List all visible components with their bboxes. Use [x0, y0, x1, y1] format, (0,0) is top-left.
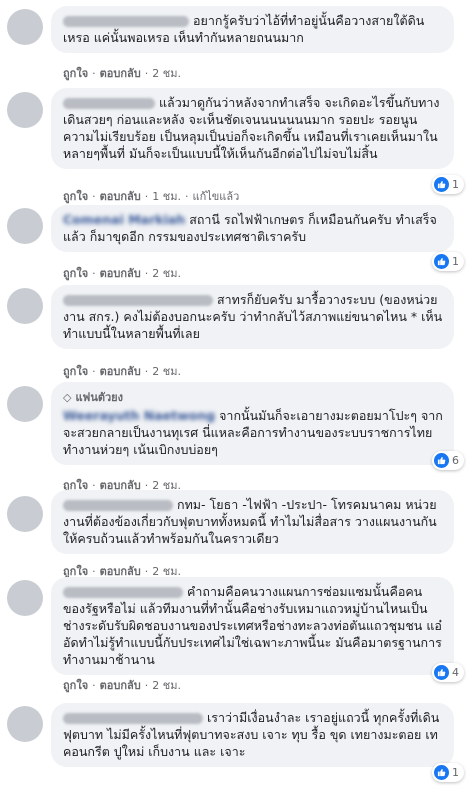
- thumbs-up-icon: [434, 665, 449, 680]
- reaction-count[interactable]: 4: [432, 663, 464, 682]
- like-button[interactable]: ถูกใจ: [63, 67, 88, 80]
- comment-time[interactable]: 2 ชม.: [152, 679, 181, 692]
- comment-bubble: อยากรู้ครับว่าไอ้ที่ทำอยู่นั้นคือวางสายใ…: [51, 6, 454, 53]
- comment-bubble: สาทรก็ยับครับ มารื้อวางระบบ (ของหน่วยงาน…: [51, 285, 454, 349]
- comment-actions: ถูกใจ · ตอบกลับ · 2 ชม.: [63, 365, 181, 378]
- comment-text: กทม- โยธา -ไฟฟ้า -ประปา- โทรคมนาคม หน่วย…: [63, 497, 437, 546]
- comment-bubble: Comenai Markiah สถานี รถไฟฟ้าเกษตร ก็เหม…: [51, 205, 454, 252]
- avatar[interactable]: [7, 92, 43, 128]
- comment-bubble: คำถามคือคนวางแผนการซ่อมแซมนั้นคือคนของรั…: [51, 577, 454, 675]
- like-button[interactable]: ถูกใจ: [63, 267, 88, 280]
- comment-text: Weerayuth Naetwong จากนั้นมันก็จะเอายางม…: [63, 408, 443, 457]
- like-button[interactable]: ถูกใจ: [63, 365, 88, 378]
- comment-text: สาทรก็ยับครับ มารื้อวางระบบ (ของหน่วยงาน…: [63, 292, 443, 341]
- avatar[interactable]: [7, 580, 43, 616]
- thumbs-up-icon: [434, 177, 449, 192]
- avatar[interactable]: [7, 208, 43, 244]
- comment-time[interactable]: 2 ชม.: [152, 267, 181, 280]
- diamond-icon: ◇: [63, 391, 72, 404]
- author-name[interactable]: [63, 500, 173, 511]
- avatar[interactable]: [7, 288, 43, 324]
- reaction-count[interactable]: 1: [432, 252, 464, 271]
- comment-text: เราว่ามีเงื่อนงำละ เราอยู่แถวนี้ ทุกครั้…: [63, 710, 440, 759]
- top-fan-badge: ◇ แฟนตัวยง: [63, 391, 124, 404]
- comment-text: อยากรู้ครับว่าไอ้ที่ทำอยู่นั้นคือวางสายใ…: [63, 13, 425, 45]
- reply-button[interactable]: ตอบกลับ: [100, 679, 141, 692]
- avatar[interactable]: [7, 9, 43, 45]
- avatar[interactable]: [7, 706, 43, 742]
- comment-bubble: ◇ แฟนตัวยง Weerayuth Naetwong จากนั้นมันก…: [51, 382, 454, 465]
- comment-actions: ถูกใจ · ตอบกลับ · 2 ชม.: [63, 267, 181, 280]
- reply-button[interactable]: ตอบกลับ: [100, 67, 141, 80]
- comment-time[interactable]: 1 ชม.: [152, 190, 181, 203]
- comment-text: แล้วมาดูกันว่าหลังจากทำเสร็จ จะเกิดอะไรข…: [63, 95, 440, 161]
- author-name[interactable]: [63, 713, 203, 724]
- like-button[interactable]: ถูกใจ: [63, 190, 88, 203]
- comment-bubble: เราว่ามีเงื่อนงำละ เราอยู่แถวนี้ ทุกครั้…: [51, 703, 454, 767]
- author-name[interactable]: [63, 587, 183, 598]
- comment-text: คำถามคือคนวางแผนการซ่อมแซมนั้นคือคนของรั…: [63, 584, 442, 667]
- comment-actions: ถูกใจ · ตอบกลับ · 1 ชม. · แก้ไขแล้ว: [63, 190, 240, 203]
- author-name[interactable]: Comenai Markiah: [63, 212, 185, 227]
- like-button[interactable]: ถูกใจ: [63, 679, 88, 692]
- author-name[interactable]: [63, 16, 189, 27]
- thumbs-up-icon: [434, 453, 449, 468]
- avatar[interactable]: [7, 386, 43, 422]
- reaction-count[interactable]: 1: [432, 763, 464, 782]
- comment-actions: ถูกใจ · ตอบกลับ · 2 ชม.: [63, 679, 181, 692]
- edited-label[interactable]: แก้ไขแล้ว: [192, 190, 239, 203]
- comment-bubble: กทม- โยธา -ไฟฟ้า -ประปา- โทรคมนาคม หน่วย…: [51, 490, 454, 554]
- comment-text: Comenai Markiah สถานี รถไฟฟ้าเกษตร ก็เหม…: [63, 212, 437, 244]
- reaction-count[interactable]: 1: [432, 175, 464, 194]
- comment-time[interactable]: 2 ชม.: [152, 365, 181, 378]
- author-name[interactable]: [63, 98, 155, 109]
- reply-button[interactable]: ตอบกลับ: [100, 190, 141, 203]
- avatar[interactable]: [7, 496, 43, 532]
- comment-time[interactable]: 2 ชม.: [152, 67, 181, 80]
- comment-actions: ถูกใจ · ตอบกลับ · 2 ชม.: [63, 67, 181, 80]
- reply-button[interactable]: ตอบกลับ: [100, 365, 141, 378]
- reply-button[interactable]: ตอบกลับ: [100, 267, 141, 280]
- author-name[interactable]: [63, 295, 213, 306]
- comment-bubble: แล้วมาดูกันว่าหลังจากทำเสร็จ จะเกิดอะไรข…: [51, 88, 454, 169]
- author-name[interactable]: Weerayuth Naetwong: [63, 408, 215, 423]
- reaction-count[interactable]: 6: [432, 451, 464, 470]
- thumbs-up-icon: [434, 254, 449, 269]
- thumbs-up-icon: [434, 765, 449, 780]
